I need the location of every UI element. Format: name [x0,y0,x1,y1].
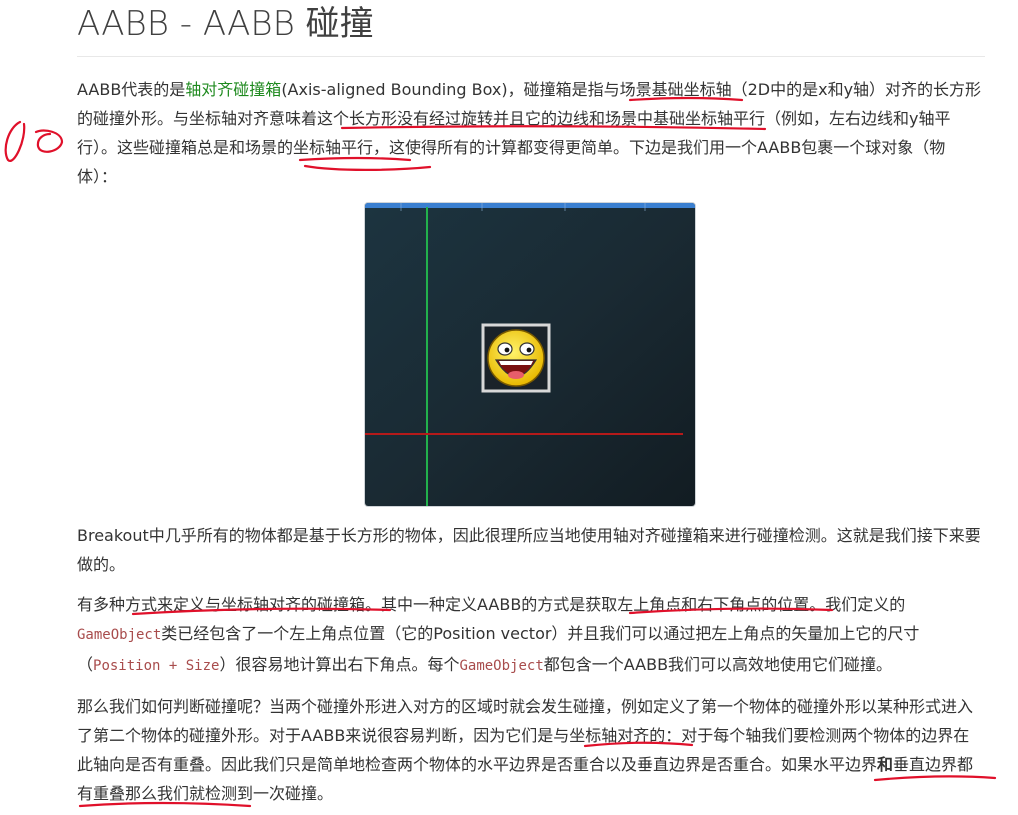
paragraph-collision-check: 那么我们如何判断碰撞呢？当两个碰撞外形进入对方的区域时就会发生碰撞，例如定义了第… [77,692,985,808]
code-gameobject-1: GameObject [77,627,162,643]
page-title: AABB - AABB 碰撞 [77,0,985,57]
definition-text-3: ）很容易地计算出右下角点。每个 [219,655,460,674]
paragraph-definition: 有多种方式来定义与坐标轴对齐的碰撞箱。其中一种定义AABB的方式是获取左上角点和… [77,590,985,681]
aabb-link[interactable]: 轴对齐碰撞箱 [185,80,281,99]
paragraph-breakout: Breakout中几乎所有的物体都是基于长方形的物体，因此很理所应当地使用轴对齐… [77,526,981,574]
aabb-figure-svg [365,203,695,506]
bold-and: 和 [877,755,894,774]
collision-text-1: 那么我们如何判断碰撞呢？当两个碰撞外形进入对方的区域时就会发生碰撞，例如定义了第… [77,697,974,774]
aabb-figure [364,202,696,507]
code-position-size: Position + Size [93,658,220,674]
paragraph-aabb-intro: AABB代表的是轴对齐碰撞箱(Axis-aligned Bounding Box… [77,75,985,191]
article: AABB - AABB 碰撞 AABB代表的是轴对齐碰撞箱(Axis-align… [77,0,985,803]
margin-scribble [4,120,64,162]
intro-text-1: AABB代表的是 [77,80,186,99]
code-gameobject-2: GameObject [459,658,544,674]
ball-face-icon [487,329,545,387]
scene-top-bar [365,203,695,208]
definition-text-4: 都包含一个AABB我们可以高效地使用它们碰撞。 [543,655,893,674]
definition-text-1: 有多种方式来定义与坐标轴对齐的碰撞箱。其中一种定义AABB的方式是获取左上角点和… [77,595,906,614]
